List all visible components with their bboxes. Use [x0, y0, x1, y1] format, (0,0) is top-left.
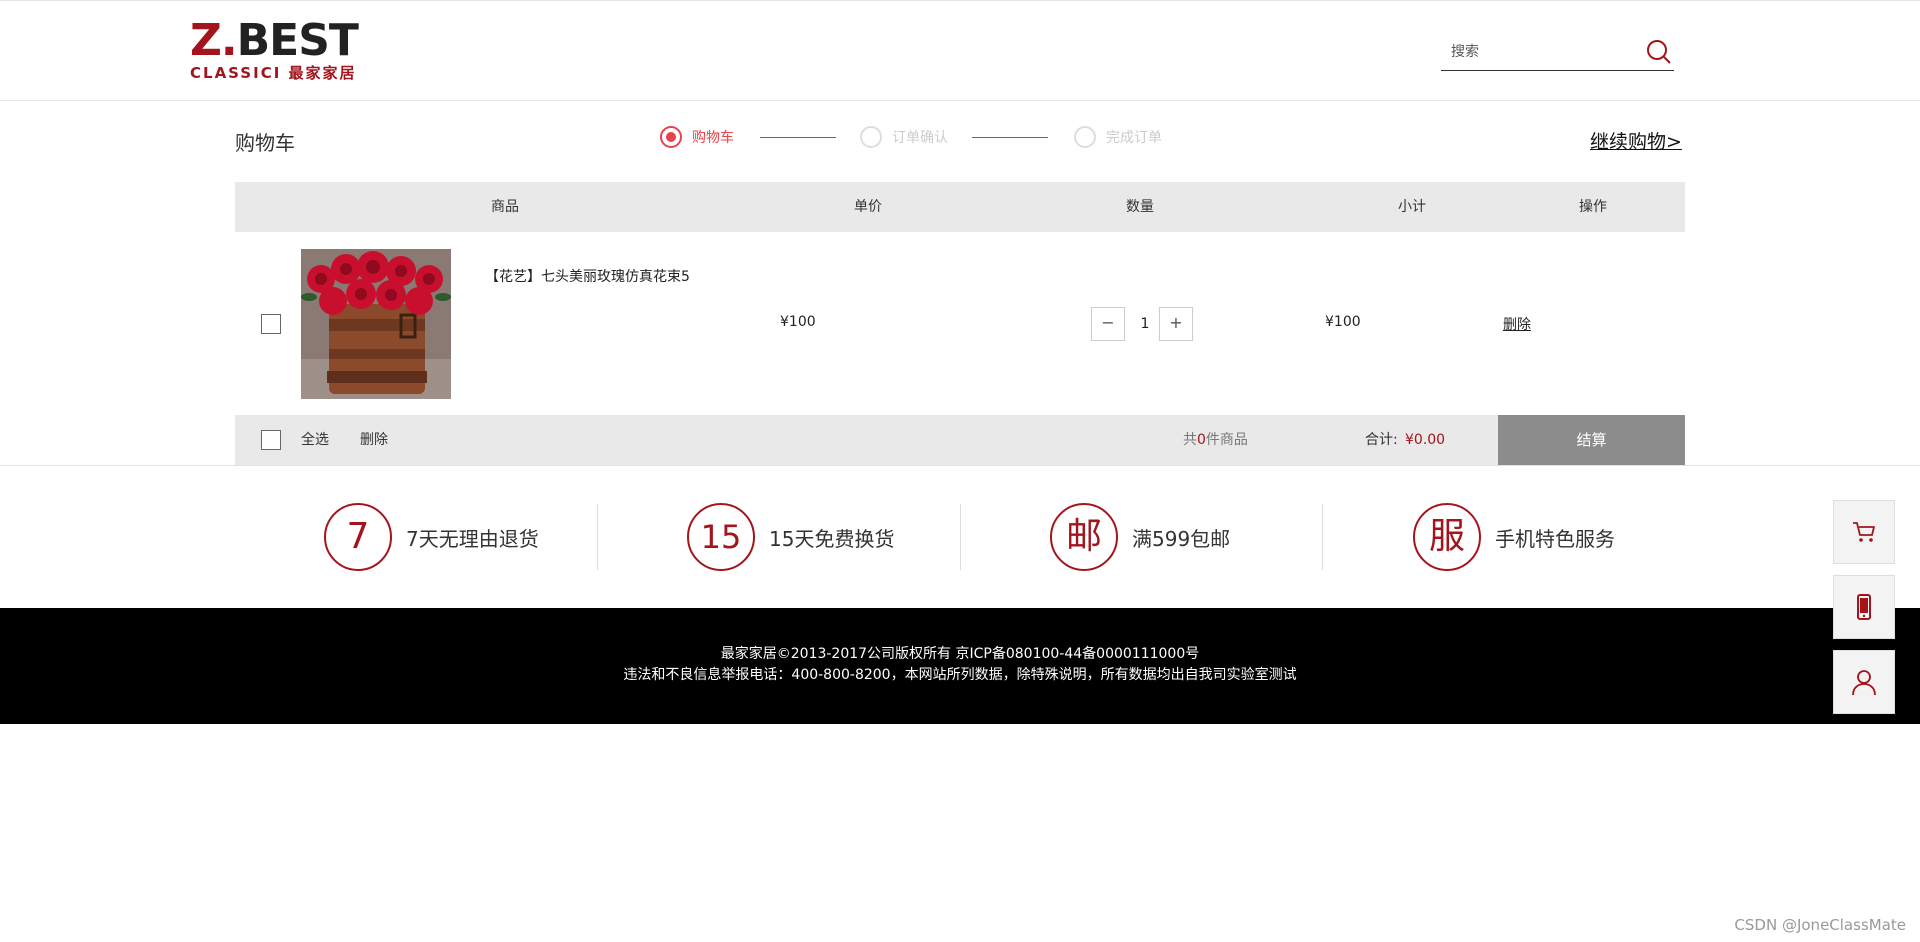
logo-main-left: Z. [190, 15, 238, 66]
cart-summary-bar: 全选 删除 共0件商品 合计: ¥0.00 结算 [235, 415, 1685, 465]
step-label: 完成订单 [1106, 130, 1162, 146]
service-separator [960, 504, 961, 570]
service-label: 满599包邮 [1132, 526, 1231, 551]
logo-main: Z.BEST [190, 19, 359, 63]
col-unit-price: 单价 [854, 199, 882, 215]
item-checkbox[interactable] [261, 314, 281, 334]
service-separator [597, 504, 598, 570]
select-all-label[interactable]: 全选 [301, 415, 329, 465]
checkout-steps: 购物车 订单确认 完成订单 [660, 124, 1180, 150]
step-connector [760, 137, 836, 138]
search-icon[interactable] [1644, 37, 1674, 67]
product-image[interactable] [301, 249, 451, 399]
step-complete: 完成订单 [1074, 124, 1162, 150]
step-dot-icon [1074, 126, 1096, 148]
copyright-line: 最家家居©2013-2017公司版权所有 京ICP备080100-44备0000… [720, 646, 1200, 662]
service-exchange: 15 15天免费换货 [687, 502, 894, 572]
cart-icon [1853, 522, 1875, 542]
step-dot-icon [860, 126, 882, 148]
item-subtotal: ¥100 [1325, 314, 1361, 330]
logo-main-right: BEST [236, 15, 359, 66]
cart-item-row: 【花艺】七头美丽玫瑰仿真花束5 ¥100 − 1 + ¥100 删除 [235, 232, 1685, 415]
service-mobile: 服 手机特色服务 [1413, 502, 1615, 572]
step-label: 订单确认 [892, 130, 948, 146]
item-count-value: 0 [1197, 432, 1206, 448]
service-label: 7天无理由退货 [406, 526, 539, 551]
step-cart: 购物车 [660, 124, 734, 150]
logo[interactable]: Z.BEST CLASSICI 最家家居 [190, 19, 370, 85]
total-label: 合计: [1365, 432, 1398, 448]
service-icon: 服 [1413, 503, 1481, 571]
delete-item-link[interactable]: 删除 [1503, 314, 1531, 334]
col-product: 商品 [491, 199, 519, 215]
cart-table-header: 商品 单价 数量 小计 操作 [235, 182, 1685, 232]
mail-icon: 邮 [1050, 503, 1118, 571]
col-action: 操作 [1579, 199, 1607, 215]
service-separator [1322, 504, 1323, 570]
report-line: 违法和不良信息举报电话：400-800-8200，本网站所列数据，除特殊说明，所… [623, 667, 1297, 683]
select-all-checkbox[interactable] [261, 430, 281, 450]
step-order-confirm: 订单确认 [860, 124, 948, 150]
site-header: Z.BEST CLASSICI 最家家居 [0, 1, 1920, 101]
service-return: 7 7天无理由退货 [324, 502, 539, 572]
step-connector [972, 137, 1048, 138]
sidebar-user-button[interactable] [1833, 650, 1895, 714]
item-count-suffix: 件商品 [1205, 432, 1248, 448]
service-guarantees: 7 7天无理由退货 15 15天免费换货 邮 满599包邮 服 手机特色服务 [0, 466, 1920, 608]
sidebar-mobile-button[interactable] [1833, 575, 1895, 639]
user-icon [1852, 670, 1876, 696]
increase-quantity-button[interactable]: + [1159, 307, 1193, 341]
sidebar-cart-button[interactable] [1833, 500, 1895, 564]
logo-sub: CLASSICI 最家家居 [190, 64, 357, 82]
continue-shopping-link[interactable]: 继续购物> [1590, 127, 1682, 154]
page-title: 购物车 [235, 131, 295, 155]
fifteen-day-icon: 15 [687, 503, 755, 571]
item-count-prefix: 共 [1183, 432, 1197, 448]
total-value: ¥0.00 [1405, 432, 1446, 448]
watermark: CSDN @JoneClassMate [1734, 916, 1906, 934]
seven-day-icon: 7 [324, 503, 392, 571]
col-quantity: 数量 [1126, 199, 1154, 215]
step-dot-icon [660, 126, 682, 148]
service-label: 手机特色服务 [1495, 526, 1615, 551]
step-label: 购物车 [692, 130, 734, 146]
search-input[interactable] [1451, 41, 1631, 63]
service-free-shipping: 邮 满599包邮 [1050, 502, 1230, 572]
item-count: 共0件商品 [1183, 415, 1248, 465]
product-unit-price: ¥100 [780, 314, 816, 330]
bulk-delete-link[interactable]: 删除 [360, 415, 388, 465]
product-name[interactable]: 【花艺】七头美丽玫瑰仿真花束5 [485, 266, 690, 286]
checkout-button[interactable]: 结算 [1498, 415, 1685, 465]
search-box [1441, 35, 1674, 71]
site-footer: 最家家居©2013-2017公司版权所有 京ICP备080100-44备0000… [0, 608, 1920, 724]
col-subtotal: 小计 [1398, 199, 1426, 215]
mobile-icon [1857, 594, 1871, 620]
service-label: 15天免费换货 [769, 526, 895, 551]
quantity-stepper: − 1 + [1091, 307, 1199, 341]
decrease-quantity-button[interactable]: − [1091, 307, 1125, 341]
